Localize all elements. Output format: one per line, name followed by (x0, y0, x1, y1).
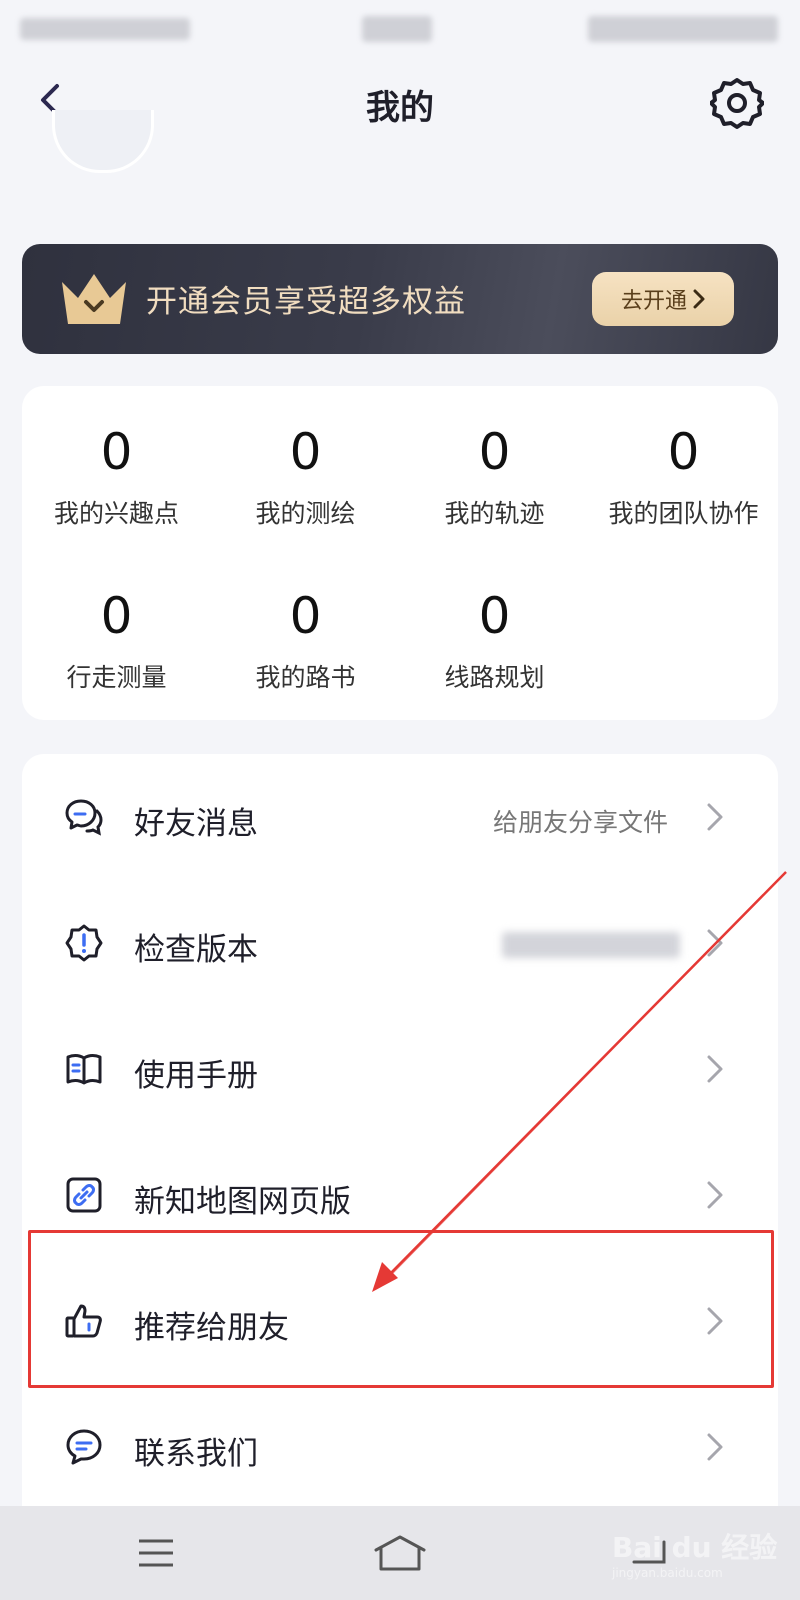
stats-card: 0 我的兴趣点 0 我的测绘 0 我的轨迹 0 我的团队协作 0 行走测量 0 … (22, 386, 778, 720)
chat-bubbles-icon (65, 799, 103, 836)
stat-label: 我的测绘 (255, 499, 356, 528)
watermark-brand: Bai du 经验 (612, 1531, 778, 1564)
stat-value: 0 (478, 587, 511, 645)
vip-open-label: 去开通 (620, 289, 687, 314)
version-value-blurred (502, 932, 680, 958)
home-icon (374, 1535, 426, 1571)
menu-label: 新知地图网页版 (134, 1184, 351, 1220)
stat-team-collab[interactable]: 0 我的团队协作 (589, 422, 778, 530)
chevron-right-icon (707, 929, 723, 957)
stat-interest-points[interactable]: 0 我的兴趣点 (22, 422, 211, 530)
chevron-right-icon (707, 803, 723, 831)
stat-label: 行走测量 (66, 663, 167, 692)
watermark-url: jingyan.baidu.com (612, 1566, 723, 1580)
menu-item-check-version[interactable]: 检查版本 (22, 880, 778, 1006)
menu-item-user-manual[interactable]: 使用手册 (22, 1006, 778, 1132)
stat-value: 0 (289, 587, 322, 645)
status-bar (0, 0, 800, 56)
home-nav-button[interactable] (370, 1528, 430, 1578)
stat-label: 我的兴趣点 (53, 499, 179, 528)
menu-label: 使用手册 (134, 1058, 258, 1094)
highlight-box (28, 1230, 774, 1388)
watermark: Bai du 经验 jingyan.baidu.com (612, 1526, 792, 1586)
stat-label: 我的轨迹 (444, 499, 545, 528)
chevron-right-icon (707, 1433, 723, 1461)
stat-road-books[interactable]: 0 我的路书 (211, 586, 400, 694)
stat-tracks[interactable]: 0 我的轨迹 (400, 422, 589, 530)
stat-walk-measure[interactable]: 0 行走测量 (22, 586, 211, 694)
menu-nav-button[interactable] (126, 1528, 186, 1578)
gear-icon (710, 78, 764, 129)
menu-value: 给朋友分享文件 (492, 808, 668, 837)
menu-label: 好友消息 (134, 806, 258, 842)
link-icon (66, 1177, 102, 1213)
vip-open-button[interactable]: 去开通 (592, 272, 734, 326)
menu-card: 好友消息 给朋友分享文件 检查版本 使用手册 新知地图网页版 推荐给朋友 联系我… (22, 754, 778, 1554)
badge-alert-icon (65, 924, 103, 962)
book-icon (66, 1054, 102, 1085)
hamburger-icon (139, 1539, 173, 1567)
crown-icon (62, 274, 126, 324)
vip-banner[interactable]: 开通会员享受超多权益 去开通 (22, 244, 778, 354)
stat-surveys[interactable]: 0 我的测绘 (211, 422, 400, 530)
stat-value: 0 (100, 423, 133, 481)
chevron-right-icon (707, 1181, 723, 1209)
menu-item-friend-messages[interactable]: 好友消息 给朋友分享文件 (22, 754, 778, 880)
menu-label: 联系我们 (134, 1436, 258, 1472)
stat-label: 我的路书 (255, 663, 356, 692)
chevron-right-icon (707, 1055, 723, 1083)
stat-label: 线路规划 (444, 663, 545, 692)
stat-label: 我的团队协作 (608, 499, 759, 528)
settings-button[interactable] (708, 74, 766, 132)
stat-route-planning[interactable]: 0 线路规划 (400, 586, 589, 694)
stat-value: 0 (289, 423, 322, 481)
vip-promo-text: 开通会员享受超多权益 (146, 284, 466, 320)
stat-value: 0 (667, 423, 700, 481)
menu-label: 检查版本 (134, 932, 258, 968)
avatar[interactable] (52, 110, 154, 173)
stat-value: 0 (478, 423, 511, 481)
chevron-right-icon (693, 289, 705, 309)
stat-value: 0 (100, 587, 133, 645)
menu-item-contact-us[interactable]: 联系我们 (22, 1384, 778, 1510)
message-icon (66, 1429, 102, 1465)
